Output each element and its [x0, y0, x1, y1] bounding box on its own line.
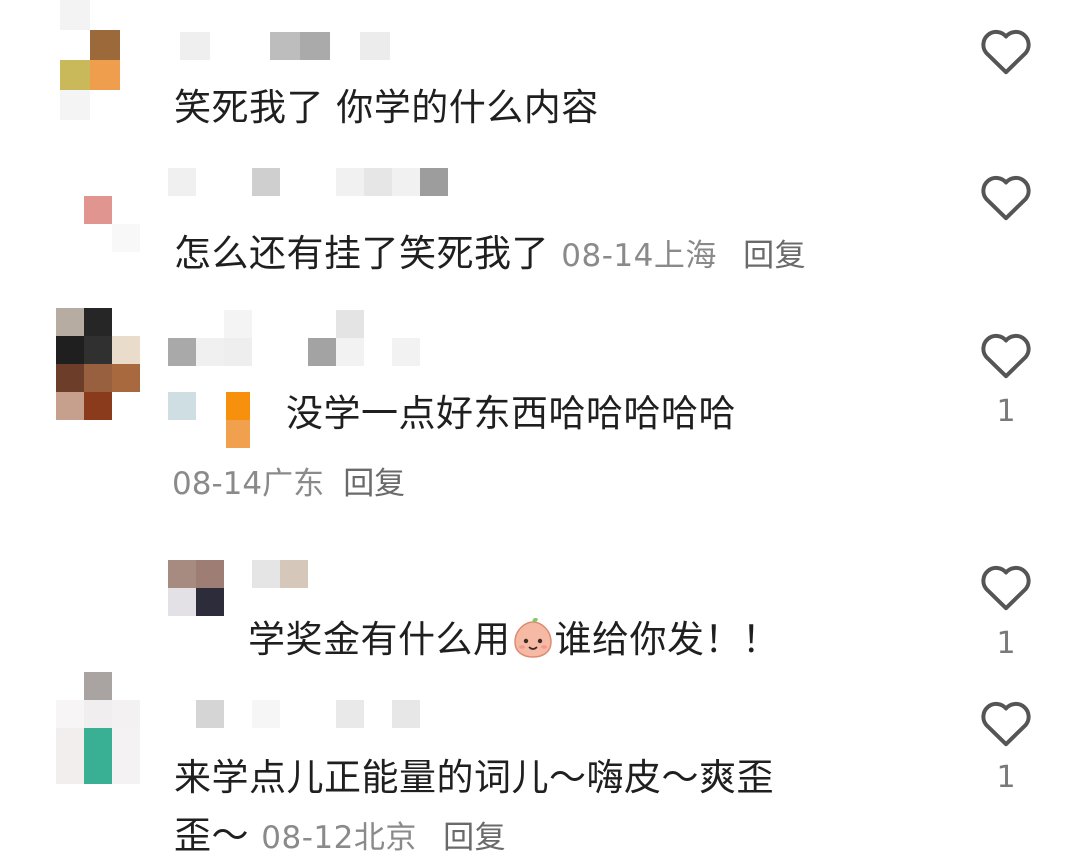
username-pixelated[interactable] — [168, 168, 458, 196]
reply-button[interactable]: 回复 — [343, 466, 405, 502]
comment-text: 谁给你发！！ — [554, 618, 780, 661]
heart-outline-icon[interactable] — [978, 560, 1034, 612]
heart-outline-icon[interactable] — [978, 696, 1034, 748]
comment-line: 歪～ 08-12北京 回复 — [174, 814, 506, 860]
heart-outline-icon[interactable] — [978, 24, 1034, 76]
username-pixelated[interactable] — [168, 560, 318, 616]
like-count: 1 — [996, 394, 1016, 429]
like-count: 1 — [996, 760, 1016, 795]
comment-text: 笑死我了 你学的什么内容 — [174, 86, 599, 129]
username-pixelated[interactable] — [180, 32, 400, 60]
comment-date: 08-14 — [561, 238, 654, 274]
avatar[interactable] — [56, 672, 140, 784]
comment-text: 没学一点好东西哈哈哈哈哈 — [286, 392, 736, 435]
username-pixelated[interactable] — [168, 700, 428, 728]
heart-outline-icon[interactable] — [978, 328, 1034, 380]
comment-location: 北京 — [353, 820, 417, 856]
like-count: 1 — [996, 626, 1016, 661]
comment-meta: 08-14广东 回复 — [172, 458, 405, 503]
avatar[interactable] — [56, 308, 140, 420]
reply-button[interactable]: 回复 — [443, 820, 506, 856]
reply-to-pixelated[interactable] — [168, 392, 254, 448]
heart-outline-icon[interactable] — [978, 170, 1034, 222]
comment-date: 08-12 — [261, 820, 354, 856]
comment-date: 08-14 — [172, 466, 263, 502]
comment-text: 学奖金有什么用 — [248, 618, 511, 661]
comment-text: 来学点儿正能量的词儿～嗨皮～爽歪 — [174, 756, 774, 799]
comment-location: 广东 — [262, 466, 325, 502]
reply-button[interactable]: 回复 — [743, 238, 806, 274]
comment-line: 怎么还有挂了笑死我了 08-14上海 回复 — [174, 232, 806, 278]
comment-text: 怎么还有挂了笑死我了 — [174, 232, 549, 275]
comment-text: 歪～ — [174, 814, 249, 857]
username-pixelated[interactable] — [168, 310, 428, 366]
avatar[interactable] — [60, 0, 120, 120]
comment-line: 学奖金有什么用 谁给你发！！ — [248, 616, 780, 662]
comment-location: 上海 — [653, 238, 717, 274]
peach-face-emoji — [513, 618, 552, 658]
avatar[interactable] — [56, 170, 140, 254]
